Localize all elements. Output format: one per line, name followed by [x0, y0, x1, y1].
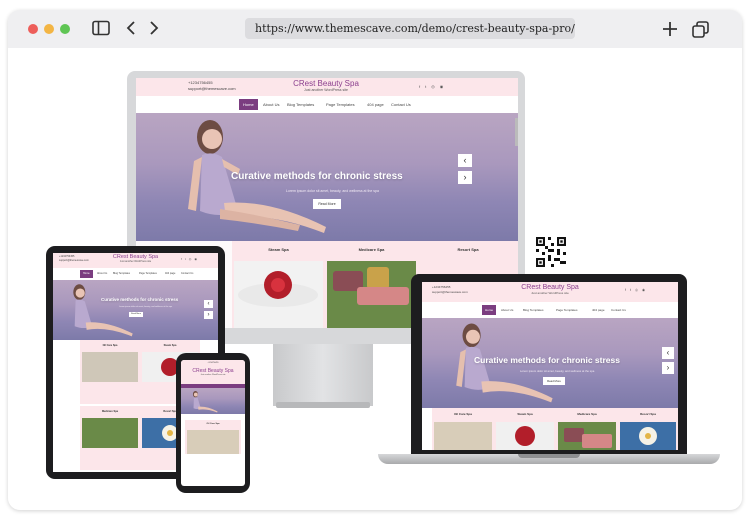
category-card[interactable]: Oil Care Spa [185, 420, 241, 454]
laptop-hero: Curative methods for chronic stress Lore… [422, 318, 678, 408]
nav-home[interactable]: Home [239, 99, 258, 110]
laptop-site: +1234756455 support@themescave.com CRest … [422, 282, 678, 450]
browser-titlebar: https://www.themescave.com/demo/crest-be… [8, 10, 742, 48]
slider-prev-icon[interactable]: ‹ [458, 154, 472, 167]
site-logo[interactable]: CRest Beauty Spa [266, 79, 386, 88]
slider-next-icon[interactable]: › [204, 311, 213, 319]
category-card[interactable]: Medicare Spa [556, 408, 618, 450]
site-tagline: Just another WordPress site [304, 88, 348, 92]
slider-next-icon[interactable]: › [458, 171, 472, 184]
browser-window: https://www.themescave.com/demo/crest-be… [8, 10, 742, 510]
forward-icon[interactable] [148, 20, 160, 41]
hero-read-more-button[interactable]: Read More [313, 199, 341, 209]
category-card[interactable]: Resort Spa [618, 408, 678, 450]
address-bar[interactable]: https://www.themescave.com/demo/crest-be… [245, 18, 575, 39]
slider-next-icon[interactable]: › [662, 362, 674, 374]
nav-about[interactable]: About Us [263, 99, 279, 110]
nav-404[interactable]: 404 page [367, 99, 384, 110]
category-card[interactable]: Steam Spa [232, 241, 325, 328]
close-window-button[interactable] [28, 24, 38, 34]
email-text: support@themescave.com [188, 86, 236, 91]
slider-prev-icon[interactable]: ‹ [662, 347, 674, 359]
desktop-nav: Home About Us Blog Templates Page Templa… [136, 96, 518, 113]
social-icons[interactable]: f t ◎ ◉ [419, 84, 443, 89]
qr-code [536, 237, 566, 267]
desktop-hero: Curative methods for chronic stress Lore… [136, 113, 518, 241]
back-icon[interactable] [125, 20, 137, 41]
nav-page-templates[interactable]: Page Templates [326, 99, 355, 110]
hero-subtitle: Lorem ipsum dolor sit amet, beauty, and … [286, 189, 379, 193]
maximize-window-button[interactable] [60, 24, 70, 34]
nav-blog-templates[interactable]: Blog Templates [287, 99, 314, 110]
category-card[interactable]: Medicare Spa [80, 406, 140, 470]
category-card[interactable]: Oil Care Spa [80, 340, 140, 404]
sidebar-toggle-icon[interactable] [92, 20, 110, 41]
phone-site: +1234756455 CRest Beauty Spa Just anothe… [181, 360, 245, 486]
nav-contact[interactable]: Contact Us [391, 99, 411, 110]
category-card[interactable]: Medicare Spa [325, 241, 418, 328]
minimize-window-button[interactable] [44, 24, 54, 34]
hero-title: Curative methods for chronic stress [474, 355, 620, 365]
phone-hero [181, 388, 245, 414]
scrollbar[interactable] [515, 118, 518, 146]
site-logo[interactable]: CRest Beauty Spa [500, 284, 600, 291]
slider-prev-icon[interactable]: ‹ [204, 300, 213, 308]
category-card[interactable]: Oil Care Spa [432, 408, 494, 450]
tabs-overview-icon[interactable] [692, 21, 709, 43]
page-content: +1234756455 support@themescave.com CRest… [8, 48, 742, 510]
tablet-hero: Curative methods for chronic stress Lore… [53, 280, 218, 340]
new-tab-icon[interactable] [662, 21, 678, 42]
category-card[interactable]: Steam Spa [494, 408, 556, 450]
laptop-categories: Oil Care Spa Steam Spa Medicare Spa Reso… [432, 408, 678, 450]
hero-title: Curative methods for chronic stress [231, 171, 403, 182]
